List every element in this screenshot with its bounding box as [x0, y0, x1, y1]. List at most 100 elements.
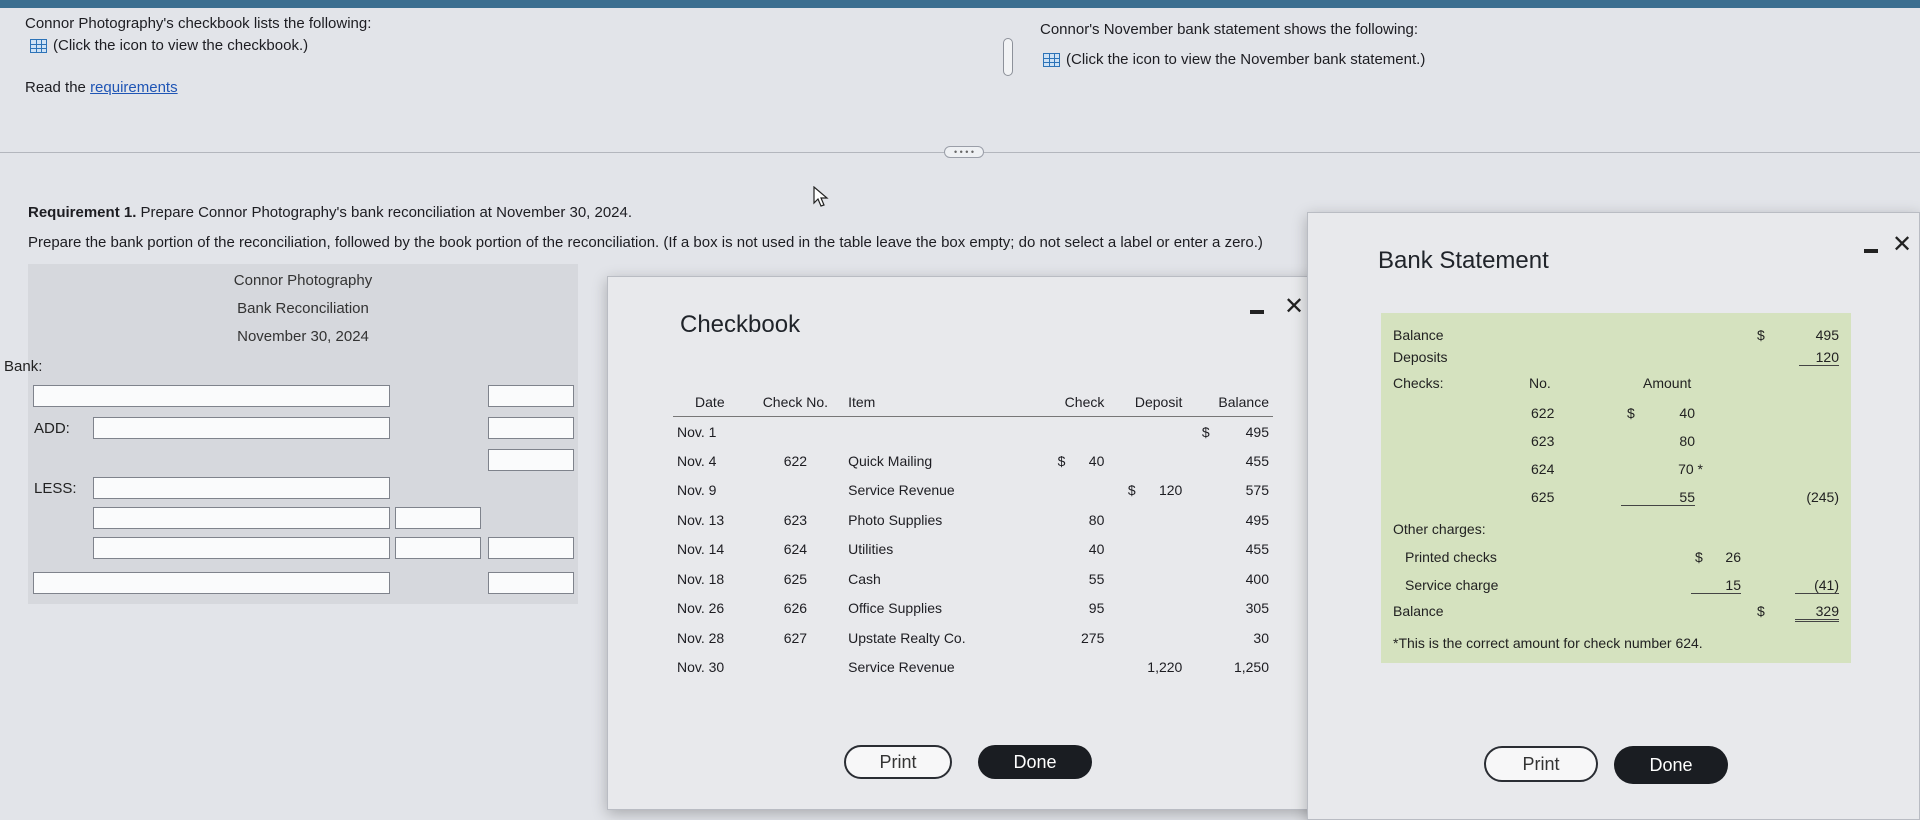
cell-balance: 455 [1245, 541, 1269, 558]
col-header: Item [844, 387, 1042, 417]
cell-balance: 575 [1245, 482, 1269, 499]
checkbook-link-text[interactable]: (Click the icon to view the checkbook.) [53, 37, 308, 54]
cell-check-no: 623 [783, 511, 808, 528]
bank-label: Bank: [4, 358, 43, 375]
cell-balance: 305 [1245, 600, 1269, 617]
recon-label-input[interactable] [93, 477, 390, 499]
check-no: 623 [1531, 433, 1555, 449]
checkbook-table: Date Check No. Item Check Deposit Balanc… [673, 387, 1273, 682]
checkbook-intro: Connor Photography's checkbook lists the… [25, 15, 372, 32]
bank-statement-dialog: Bank Statement ✕ Balance $ 495 Deposits … [1307, 212, 1920, 820]
cell-date: Nov. 13 [677, 511, 725, 528]
recon-date: November 30, 2024 [237, 328, 369, 345]
ending-value: 329 [1795, 603, 1839, 622]
other-charges-label: Other charges: [1393, 521, 1486, 537]
table-header-row: Date Check No. Item Check Deposit Balanc… [673, 387, 1273, 417]
recon-label-input[interactable] [93, 507, 390, 529]
close-icon[interactable]: ✕ [1284, 295, 1304, 319]
read-requirements: Read the requirements [25, 79, 178, 96]
recon-amount-input[interactable] [488, 417, 574, 439]
done-button[interactable]: Done [978, 745, 1092, 779]
checkbook-link-row[interactable]: (Click the icon to view the checkbook.) [30, 37, 308, 54]
recon-amount-input[interactable] [488, 572, 574, 594]
cell-check [1041, 653, 1108, 683]
check-amount: 40 [1679, 405, 1695, 421]
pane-resize-handle[interactable] [1003, 38, 1013, 76]
cursor-icon [813, 186, 829, 207]
col-header: Check [1041, 387, 1109, 417]
close-icon[interactable]: ✕ [1892, 233, 1912, 257]
recon-amount-input[interactable] [488, 449, 574, 471]
minimize-button[interactable] [1864, 249, 1878, 253]
top-bar [0, 0, 1920, 8]
col-header: Check No. [746, 387, 845, 417]
recon-amount-input[interactable] [488, 537, 574, 559]
recon-label-input[interactable] [93, 417, 390, 439]
expand-handle[interactable]: • • • • [944, 146, 984, 158]
table-row: Nov. 14 624 Utilities 40 455 [673, 535, 1273, 565]
cell-item: Office Supplies [848, 600, 943, 617]
cell-date: Nov. 9 [677, 482, 717, 499]
table-row: Nov. 1 $495 [673, 417, 1273, 447]
table-icon[interactable] [1043, 53, 1060, 68]
printed-value: 26 [1725, 549, 1741, 565]
recon-label-input[interactable] [33, 572, 390, 594]
amount-header: Amount [1643, 375, 1692, 391]
check-amount: 70 * [1678, 461, 1703, 477]
bank-link-text[interactable]: (Click the icon to view the November ban… [1066, 51, 1425, 68]
checks-label: Checks: [1393, 375, 1444, 391]
cell-date: Nov. 30 [677, 659, 725, 676]
cell-balance: 400 [1245, 570, 1269, 587]
cell-deposit [1108, 446, 1186, 476]
cell-date: Nov. 1 [677, 423, 717, 440]
recon-label-input[interactable] [33, 385, 390, 407]
requirement-heading: Requirement 1. Prepare Connor Photograph… [28, 204, 633, 221]
recon-amount-input[interactable] [395, 537, 481, 559]
cell-balance: 495 [1245, 511, 1269, 528]
cell-item: Upstate Realty Co. [848, 629, 966, 646]
requirement-instruction: Prepare the bank portion of the reconcil… [28, 234, 1263, 251]
cell-item: Cash [848, 570, 881, 587]
recon-company: Connor Photography [233, 272, 373, 289]
check-no: 625 [1531, 489, 1555, 505]
print-button[interactable]: Print [1484, 746, 1598, 782]
check-dollar: $ [1627, 405, 1635, 421]
table-icon[interactable] [30, 39, 47, 54]
cell-check-no [747, 476, 844, 506]
cell-item: Service Revenue [848, 482, 955, 499]
bank-statement-panel: Balance $ 495 Deposits 120 Checks: No. A… [1381, 313, 1851, 663]
cell-date: Nov. 26 [677, 600, 725, 617]
cell-balance: 30 [1253, 629, 1269, 646]
checkbook-dialog: Checkbook ✕ Date Check No. Item Check De… [607, 276, 1325, 810]
cell-check [1041, 476, 1108, 506]
cell-check [1041, 417, 1108, 447]
cell-item: Service Revenue [848, 659, 955, 676]
recon-amount-input[interactable] [395, 507, 481, 529]
cell-balance: 1,250 [1233, 659, 1269, 676]
deposits-value: 120 [1799, 349, 1839, 366]
requirements-link[interactable]: requirements [90, 79, 178, 96]
cell-check: 80 [1088, 511, 1105, 528]
cell-check: $ 40 [1057, 452, 1105, 469]
table-row: Nov. 18 625 Cash 55 400 [673, 564, 1273, 594]
recon-label-input[interactable] [93, 537, 390, 559]
cell-check-no [747, 417, 844, 447]
cell-check-no: 625 [783, 570, 808, 587]
cell-check: 275 [1081, 629, 1105, 646]
done-button[interactable]: Done [1614, 746, 1728, 784]
less-label: LESS: [34, 480, 77, 497]
other-total: (41) [1795, 577, 1839, 594]
table-row: Nov. 4 622 Quick Mailing $ 40 455 [673, 446, 1273, 476]
cell-deposit: $ 120 [1127, 482, 1183, 499]
minimize-button[interactable] [1250, 310, 1264, 314]
print-button[interactable]: Print [844, 745, 952, 779]
balance-value: 495 [1815, 327, 1839, 343]
table-row: Nov. 9 Service Revenue $ 120 575 [673, 476, 1273, 506]
table-row: Nov. 13 623 Photo Supplies 80 495 [673, 505, 1273, 535]
col-header: Balance [1186, 387, 1273, 417]
balance-dollar: $ [1757, 327, 1765, 343]
cell-deposit: 1,220 [1147, 659, 1183, 676]
recon-amount-input[interactable] [488, 385, 574, 407]
cell-check-no: 626 [783, 600, 808, 617]
bank-link-row[interactable]: (Click the icon to view the November ban… [1043, 51, 1425, 68]
